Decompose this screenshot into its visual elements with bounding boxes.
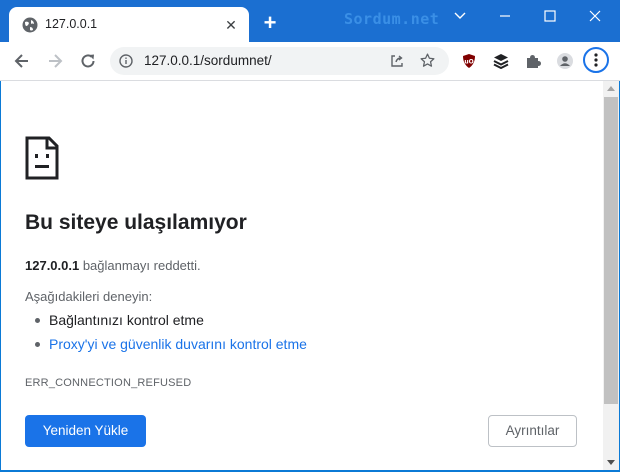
error-code: ERR_CONNECTION_REFUSED — [25, 377, 192, 389]
sordum-watermark: Sordum.net — [344, 10, 440, 28]
browser-menu-button[interactable] — [583, 47, 609, 73]
error-message-text: bağlanmayı reddetti. — [79, 258, 201, 273]
minimize-icon[interactable] — [482, 6, 528, 26]
ublock-origin-icon[interactable]: uO — [461, 53, 477, 69]
browser-tab[interactable]: 127.0.0.1 ✕ — [9, 7, 249, 42]
close-window-icon[interactable] — [572, 6, 618, 26]
url-text[interactable]: 127.0.0.1/sordumnet/ — [144, 53, 272, 68]
address-bar[interactable]: 127.0.0.1/sordumnet/ — [110, 47, 449, 75]
tab-close-icon[interactable]: ✕ — [222, 16, 240, 34]
title-bar: 127.0.0.1 ✕ + Sordum.net — [0, 0, 620, 42]
details-button[interactable]: Ayrıntılar — [488, 415, 577, 447]
globe-icon — [22, 17, 38, 33]
error-message: 127.0.0.1 bağlanmayı reddetti. — [25, 258, 201, 273]
profile-icon[interactable] — [557, 53, 573, 69]
stack-icon[interactable] — [493, 53, 509, 69]
new-tab-button[interactable]: + — [260, 12, 280, 34]
puzzle-icon[interactable] — [525, 53, 541, 69]
suggestion-check-proxy-link[interactable]: Proxy'yi ve güvenlik duvarını kontrol et… — [35, 335, 307, 359]
reload-icon[interactable] — [78, 51, 98, 71]
back-arrow-icon[interactable] — [12, 51, 32, 71]
error-host: 127.0.0.1 — [25, 258, 80, 273]
info-icon[interactable] — [119, 54, 133, 68]
three-dots-icon — [594, 53, 598, 67]
suggestions-list: Bağlantınızı kontrol etme Proxy'yi ve gü… — [35, 311, 307, 359]
tab-title: 127.0.0.1 — [45, 17, 98, 31]
sad-document-icon — [25, 136, 59, 180]
svg-text:uO: uO — [464, 59, 473, 66]
reload-button[interactable]: Yeniden Yükle — [25, 415, 146, 447]
forward-arrow-icon[interactable] — [45, 51, 65, 71]
scrollbar-thumb[interactable] — [604, 97, 618, 404]
page-title: Bu siteye ulaşılamıyor — [25, 211, 247, 234]
maximize-icon[interactable] — [527, 6, 573, 26]
scroll-down-arrow-icon[interactable] — [607, 460, 615, 465]
bookmark-star-icon[interactable] — [419, 52, 436, 69]
share-icon[interactable] — [389, 53, 405, 69]
suggestion-check-connection: Bağlantınızı kontrol etme — [35, 311, 307, 335]
browser-toolbar: 127.0.0.1/sordumnet/ uO — [0, 42, 620, 81]
browser-window: 127.0.0.1 ✕ + Sordum.net 127.0.0.1/sordu… — [0, 0, 620, 472]
scroll-up-arrow-icon[interactable] — [607, 86, 615, 91]
suggestions-label: Aşağıdakileri deneyin: — [25, 289, 153, 304]
error-page: Bu siteye ulaşılamıyor 127.0.0.1 bağlanm… — [1, 81, 603, 470]
vertical-scrollbar[interactable] — [603, 81, 619, 470]
tab-search-chevron-icon[interactable] — [437, 6, 483, 26]
